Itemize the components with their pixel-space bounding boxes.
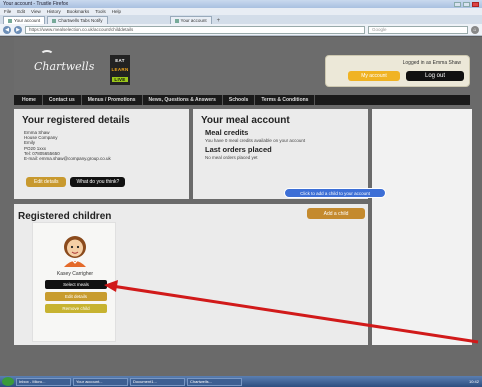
- registered-details-heading: Your registered details: [22, 115, 130, 126]
- meal-credits-text: You have 0 meal credits available on you…: [205, 138, 306, 143]
- browser-menubar: File Edit View History Bookmarks Tools H…: [0, 8, 482, 15]
- remove-child-button[interactable]: Remove child: [45, 304, 107, 313]
- logo-swirl-icon: [40, 50, 54, 60]
- feedback-button[interactable]: What do you think?: [70, 177, 126, 187]
- logo-eat: EAT: [115, 58, 125, 64]
- browser-tab[interactable]: Chartwells Tabs Notify: [47, 16, 108, 24]
- favicon-icon: [52, 18, 57, 23]
- details-buttons: Edit details What do you think?: [26, 177, 126, 187]
- child-avatar-icon: [64, 236, 86, 267]
- select-meals-button[interactable]: Select meals: [45, 280, 107, 289]
- window-controls: [454, 1, 482, 7]
- logo-learn: LEARN: [111, 67, 129, 73]
- browser-navbar: ◀ ▶ https://www.mealselection.co.uk/acco…: [0, 24, 482, 36]
- site-header: Chartwells EAT LEARN LIVE Logged in as E…: [14, 37, 470, 95]
- nav-news[interactable]: News, Questions & Answers: [143, 95, 223, 105]
- tab-label: Your account: [14, 18, 41, 23]
- logo-live: LIVE: [112, 76, 128, 82]
- meal-credits-heading: Meal credits: [205, 128, 249, 137]
- start-button[interactable]: [2, 377, 14, 386]
- forward-button[interactable]: ▶: [14, 25, 22, 34]
- address-bar[interactable]: https://www.mealselection.co.uk/account/…: [25, 25, 365, 34]
- right-sidebar: [372, 109, 472, 345]
- menu-history[interactable]: History: [47, 9, 61, 14]
- nav-menus[interactable]: Menus / Promotions: [82, 95, 143, 105]
- edit-details-button[interactable]: Edit details: [26, 177, 67, 187]
- close-icon[interactable]: [472, 1, 479, 7]
- search-placeholder: Google: [372, 27, 387, 32]
- window-title: Your account - Trustle Firefox: [3, 1, 69, 7]
- meal-account-heading: Your meal account: [201, 115, 290, 126]
- taskbar-item[interactable]: Your account...: [73, 377, 128, 386]
- my-account-button[interactable]: My account: [348, 71, 400, 81]
- chartwells-logo[interactable]: Chartwells: [34, 60, 94, 73]
- nav-schools[interactable]: Schools: [223, 95, 256, 105]
- child-card: Kasey Carrigher Select meals Edit detail…: [32, 222, 116, 342]
- login-box: Logged in as Emma Shaw My account Log ou…: [325, 55, 470, 87]
- registered-details-panel: Your registered details Emma Shaw House …: [14, 109, 189, 199]
- menu-file[interactable]: File: [4, 9, 11, 14]
- url-text: https://www.mealselection.co.uk/account/…: [29, 27, 134, 32]
- nav-terms[interactable]: Terms & Conditions: [255, 95, 316, 105]
- registered-details-text: Emma Shaw House Company Emily PO20 1xxx …: [24, 130, 189, 161]
- add-child-tooltip: Click to add a child to your account: [284, 188, 386, 198]
- logged-in-label: Logged in as Emma Shaw: [402, 60, 461, 66]
- meal-account-panel: Your meal account Meal credits You have …: [193, 109, 368, 199]
- last-orders-text: No meal orders placed yet: [205, 155, 258, 160]
- search-input[interactable]: Google: [368, 25, 468, 34]
- last-orders-heading: Last orders placed: [205, 145, 272, 154]
- logout-button[interactable]: Log out: [406, 71, 464, 81]
- maximize-icon[interactable]: [463, 1, 470, 7]
- taskbar-item[interactable]: Document1...: [130, 377, 185, 386]
- menu-tools[interactable]: Tools: [95, 9, 106, 14]
- main-nav: Home Contact us Menus / Promotions News,…: [14, 95, 470, 105]
- web-page: Chartwells EAT LEARN LIVE Logged in as E…: [0, 37, 482, 376]
- menu-help[interactable]: Help: [112, 9, 121, 14]
- window-titlebar: Your account - Trustle Firefox: [0, 0, 482, 8]
- nav-contact[interactable]: Contact us: [43, 95, 82, 105]
- child-name: Kasey Carrigher: [56, 271, 94, 277]
- add-child-button[interactable]: Add a child: [307, 208, 365, 219]
- browser-tab[interactable]: Your account: [3, 16, 46, 24]
- browser-tabbar: Your account Chartwells Tabs Notify Your…: [0, 15, 482, 24]
- registered-children-panel: Registered children Kasey Carrigher Sele…: [14, 204, 368, 345]
- edit-child-button[interactable]: Edit details: [45, 292, 107, 301]
- menu-view[interactable]: View: [31, 9, 41, 14]
- favicon-icon: [8, 18, 12, 23]
- tab-label: Your account: [180, 18, 207, 23]
- detail-line: E-mail: emma.shaw@company.group.co.uk: [24, 156, 111, 162]
- minimize-icon[interactable]: [454, 1, 461, 7]
- menu-bookmarks[interactable]: Bookmarks: [67, 9, 90, 14]
- tab-label: Chartwells Tabs Notify: [58, 18, 103, 23]
- menu-edit[interactable]: Edit: [17, 9, 25, 14]
- favicon-icon: [174, 18, 179, 23]
- back-button[interactable]: ◀: [3, 25, 11, 34]
- taskbar-item[interactable]: Inbox - Micro...: [16, 377, 71, 386]
- browser-tab[interactable]: Your account: [169, 16, 212, 24]
- clock: 10:42: [468, 379, 479, 384]
- home-icon[interactable]: ⌂: [471, 25, 479, 34]
- taskbar-item[interactable]: Chartwells...: [187, 377, 242, 386]
- eat-learn-live-logo: EAT LEARN LIVE: [110, 55, 130, 85]
- os-taskbar: Inbox - Micro... Your account... Documen…: [0, 376, 482, 387]
- nav-home[interactable]: Home: [14, 95, 43, 105]
